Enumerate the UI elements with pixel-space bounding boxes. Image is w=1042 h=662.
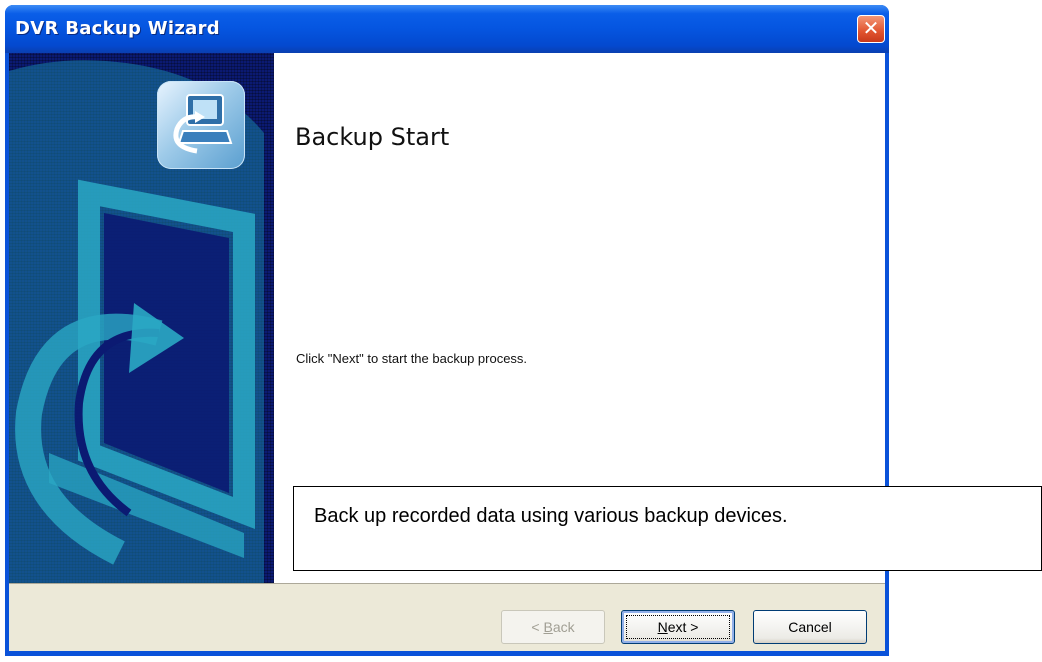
title-bar[interactable]: DVR Backup Wizard ✕ xyxy=(5,5,889,53)
callout-text: Back up recorded data using various back… xyxy=(314,505,788,527)
instruction-text: Click "Next" to start the backup process… xyxy=(296,351,528,366)
page-heading: Backup Start xyxy=(295,123,450,151)
back-button[interactable]: < Back xyxy=(501,610,605,644)
wizard-sidebar-graphic xyxy=(9,53,274,583)
window-title: DVR Backup Wizard xyxy=(15,18,220,39)
back-button-mnemonic: B xyxy=(543,619,553,635)
close-icon[interactable]: ✕ xyxy=(857,15,885,43)
cancel-button[interactable]: Cancel xyxy=(753,610,867,644)
next-button-mnemonic: N xyxy=(657,619,668,635)
annotation-callout: Back up recorded data using various back… xyxy=(293,486,1042,571)
backup-wizard-icon xyxy=(157,81,245,169)
next-button[interactable]: Next > xyxy=(621,610,735,644)
back-button-prefix: < xyxy=(531,619,544,635)
back-button-label: ack xyxy=(552,619,575,635)
next-button-label: ext > xyxy=(667,619,699,635)
button-bar: < Back Next > Cancel xyxy=(9,583,885,651)
